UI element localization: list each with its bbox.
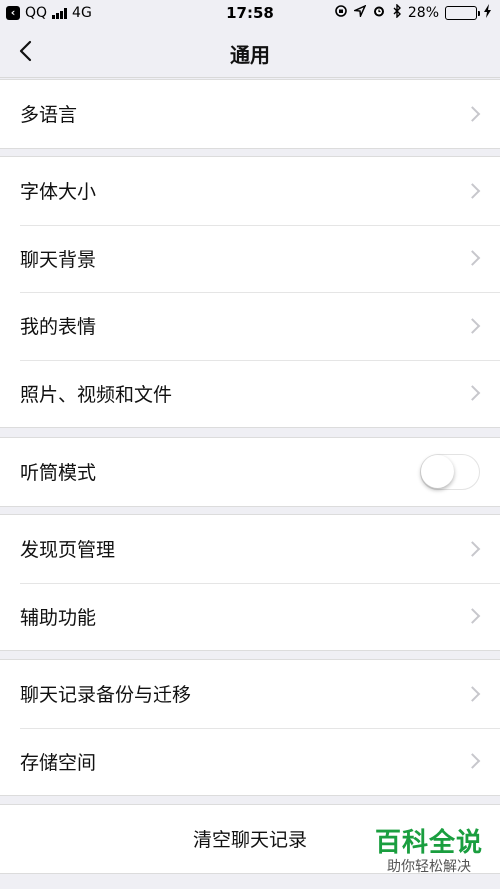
- bluetooth-icon: [392, 3, 402, 22]
- chevron-right-icon: [464, 385, 481, 402]
- watermark: 百科全说 助你轻松解决: [370, 828, 488, 876]
- row-label: 听筒模式: [20, 462, 97, 485]
- settings-group-earpiece: 听筒模式: [0, 437, 500, 507]
- settings-group-chat: 字体大小 聊天背景 我的表情 照片、视频和文件: [0, 156, 500, 428]
- row-label: 多语言: [20, 104, 78, 127]
- row-label: 我的表情: [20, 316, 97, 339]
- location-icon: [352, 4, 367, 21]
- nav-bar: 通用: [0, 26, 500, 78]
- battery-percent: 28%: [407, 5, 439, 21]
- chevron-right-icon: [464, 540, 481, 557]
- row-label: 清空聊天记录: [192, 829, 307, 852]
- chevron-right-icon: [464, 685, 481, 702]
- earpiece-mode-toggle[interactable]: [420, 453, 480, 490]
- rotation-lock-icon: [334, 4, 348, 22]
- row-chat-background[interactable]: 聊天背景: [0, 224, 500, 293]
- row-label: 聊天背景: [20, 248, 97, 271]
- row-accessibility[interactable]: 辅助功能: [0, 582, 500, 651]
- row-language[interactable]: 多语言: [0, 80, 500, 148]
- status-bar: ‹ QQ 4G 17:58 28%: [0, 0, 500, 26]
- chevron-right-icon: [464, 182, 481, 199]
- page-title: 通用: [230, 43, 270, 67]
- row-label: 字体大小: [20, 181, 97, 204]
- charging-icon: [483, 4, 492, 22]
- row-label: 发现页管理: [20, 539, 116, 562]
- row-discover-management[interactable]: 发现页管理: [0, 515, 500, 583]
- row-label: 照片、视频和文件: [20, 383, 173, 406]
- settings-group-language: 多语言: [0, 79, 500, 149]
- battery-icon: [445, 6, 480, 20]
- chevron-right-icon: [464, 317, 481, 334]
- chevron-right-icon: [464, 250, 481, 267]
- chevron-right-icon: [464, 608, 481, 625]
- row-photos-videos-files[interactable]: 照片、视频和文件: [0, 359, 500, 428]
- settings-group-storage: 聊天记录备份与迁移 存储空间: [0, 659, 500, 796]
- row-storage-space[interactable]: 存储空间: [0, 727, 500, 796]
- watermark-title: 百科全说: [374, 828, 483, 858]
- watermark-subtitle: 助你轻松解决: [387, 859, 471, 875]
- alarm-icon: [372, 4, 386, 22]
- status-right: 28%: [334, 3, 492, 22]
- toggle-knob: [421, 454, 454, 488]
- chevron-right-icon: [464, 753, 481, 770]
- row-label: 辅助功能: [20, 606, 97, 629]
- row-chat-backup-migrate[interactable]: 聊天记录备份与迁移: [0, 660, 500, 728]
- row-my-stickers[interactable]: 我的表情: [0, 292, 500, 360]
- row-earpiece-mode: 听筒模式: [0, 438, 500, 506]
- row-label: 存储空间: [20, 751, 97, 774]
- row-font-size[interactable]: 字体大小: [0, 157, 500, 225]
- chevron-right-icon: [464, 105, 481, 122]
- row-label: 聊天记录备份与迁移: [20, 684, 192, 707]
- settings-group-discover: 发现页管理 辅助功能: [0, 514, 500, 651]
